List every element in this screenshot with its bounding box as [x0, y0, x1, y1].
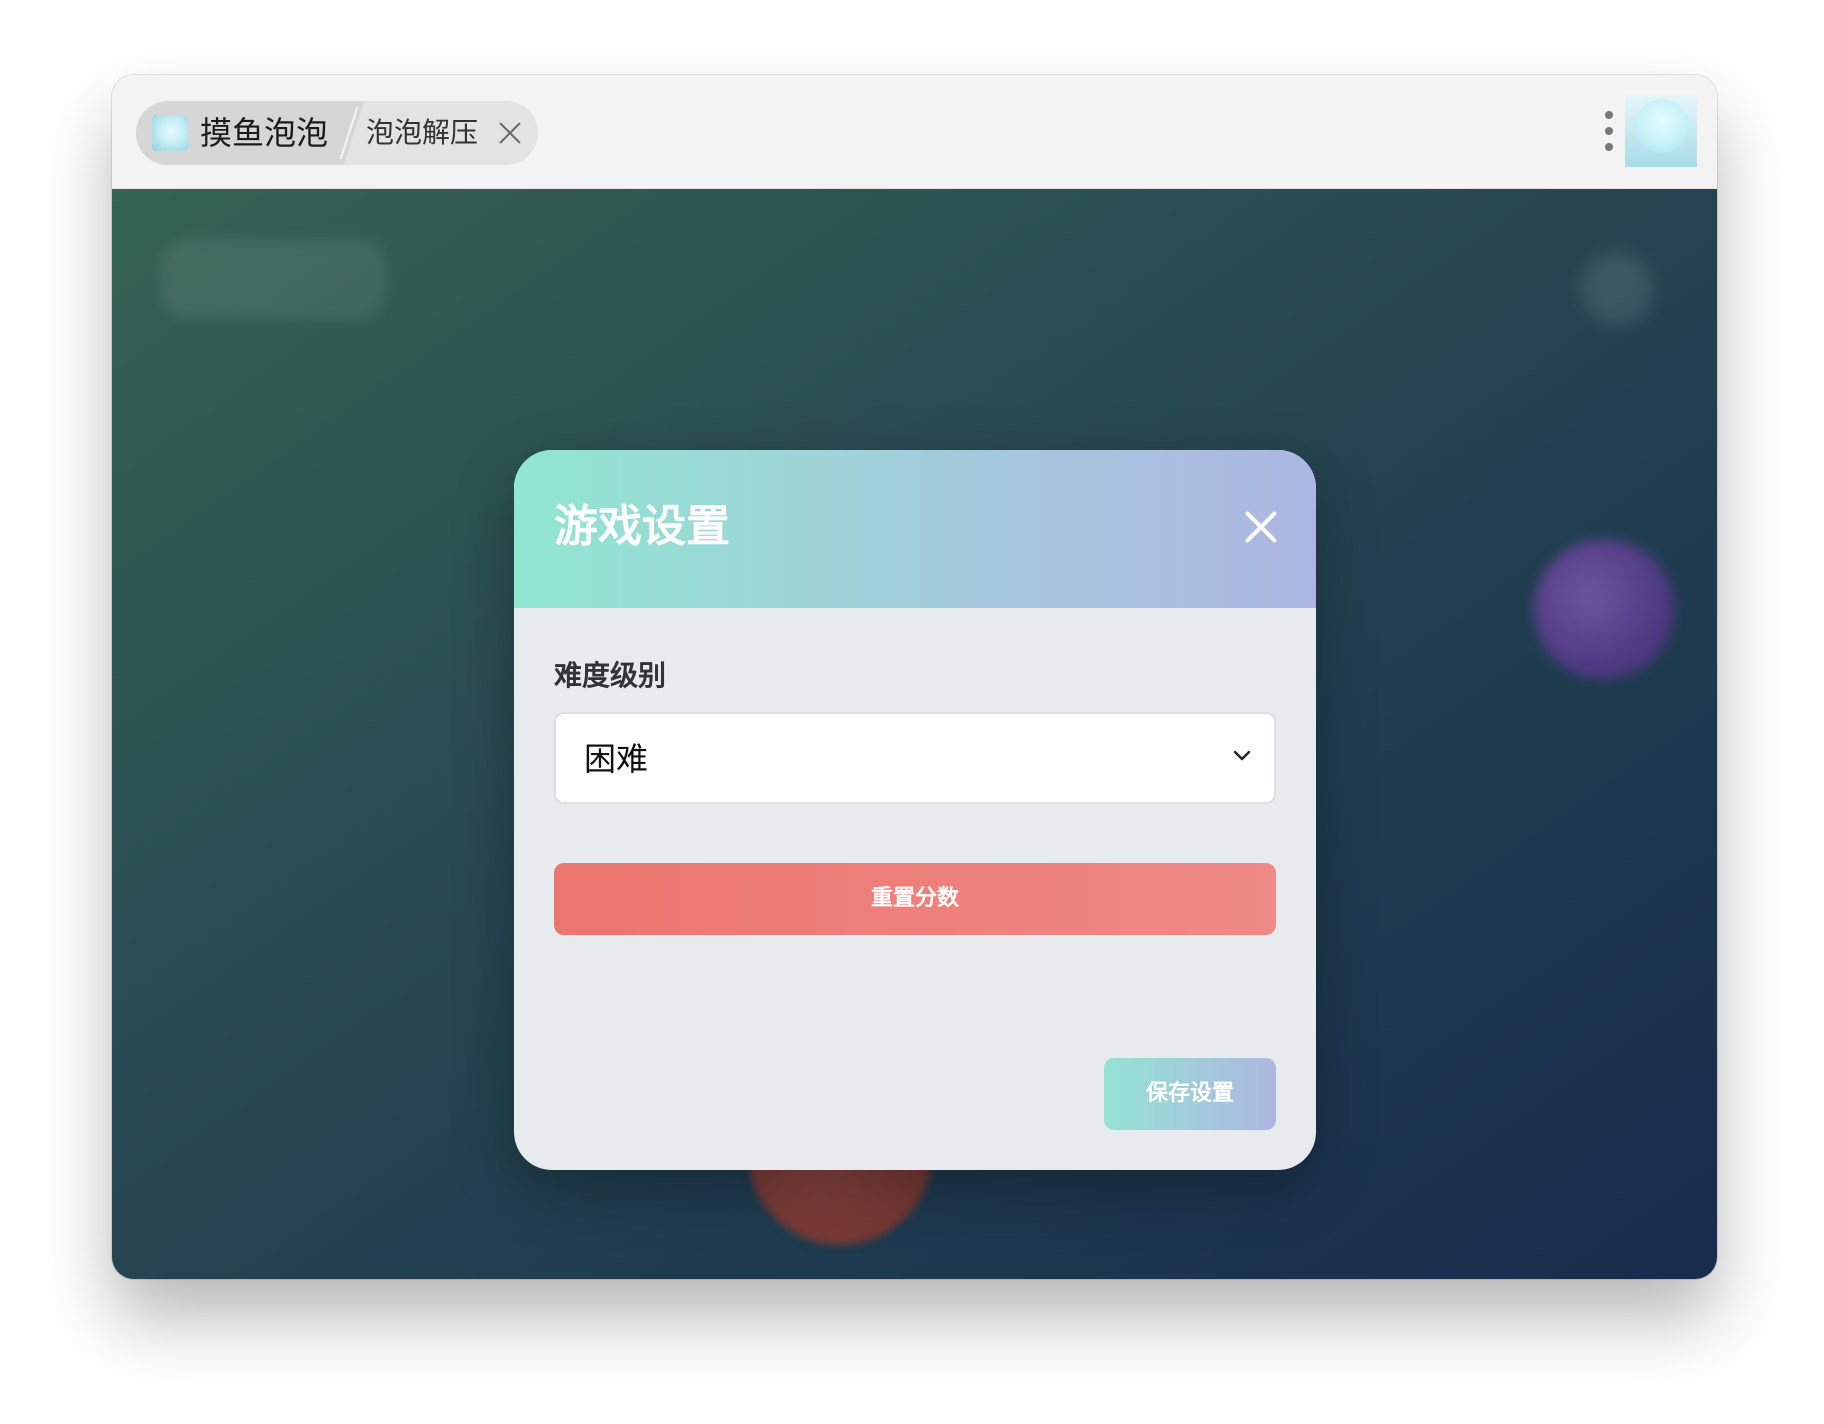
- difficulty-label: 难度级别: [554, 659, 667, 692]
- tab-subtitle[interactable]: 泡泡解压: [366, 115, 478, 151]
- blurred-settings-button: [1580, 251, 1654, 325]
- modal-title: 游戏设置: [554, 501, 730, 552]
- title-bar: 摸鱼泡泡 泡泡解压: [112, 75, 1717, 189]
- chevron-down-icon: [1233, 750, 1251, 761]
- more-vertical-icon[interactable]: [1602, 109, 1616, 153]
- close-icon[interactable]: [1240, 506, 1282, 548]
- bubble-avatar[interactable]: [1625, 95, 1697, 167]
- difficulty-value: 困难: [584, 740, 649, 778]
- tab-group: 摸鱼泡泡 泡泡解压: [136, 101, 538, 165]
- reset-score-button[interactable]: 重置分数: [554, 863, 1276, 935]
- save-settings-label: 保存设置: [1145, 1081, 1234, 1106]
- blurred-score-panel: [160, 239, 386, 319]
- close-icon[interactable]: [496, 119, 524, 147]
- save-settings-button[interactable]: 保存设置: [1104, 1058, 1276, 1130]
- bubble[interactable]: [1534, 539, 1674, 679]
- app-window: 摸鱼泡泡 泡泡解压 游戏设置 难度级别 困难 重置分数 保存设置: [112, 75, 1717, 1279]
- reset-score-label: 重置分数: [870, 886, 959, 911]
- tab-title: 摸鱼泡泡: [200, 114, 329, 152]
- app-icon: [152, 115, 188, 151]
- difficulty-select[interactable]: 困难: [554, 712, 1276, 804]
- modal-header: 游戏设置: [514, 450, 1316, 608]
- game-area[interactable]: 游戏设置 难度级别 困难 重置分数 保存设置: [112, 189, 1717, 1279]
- settings-modal: 游戏设置 难度级别 困难 重置分数 保存设置: [514, 450, 1316, 1170]
